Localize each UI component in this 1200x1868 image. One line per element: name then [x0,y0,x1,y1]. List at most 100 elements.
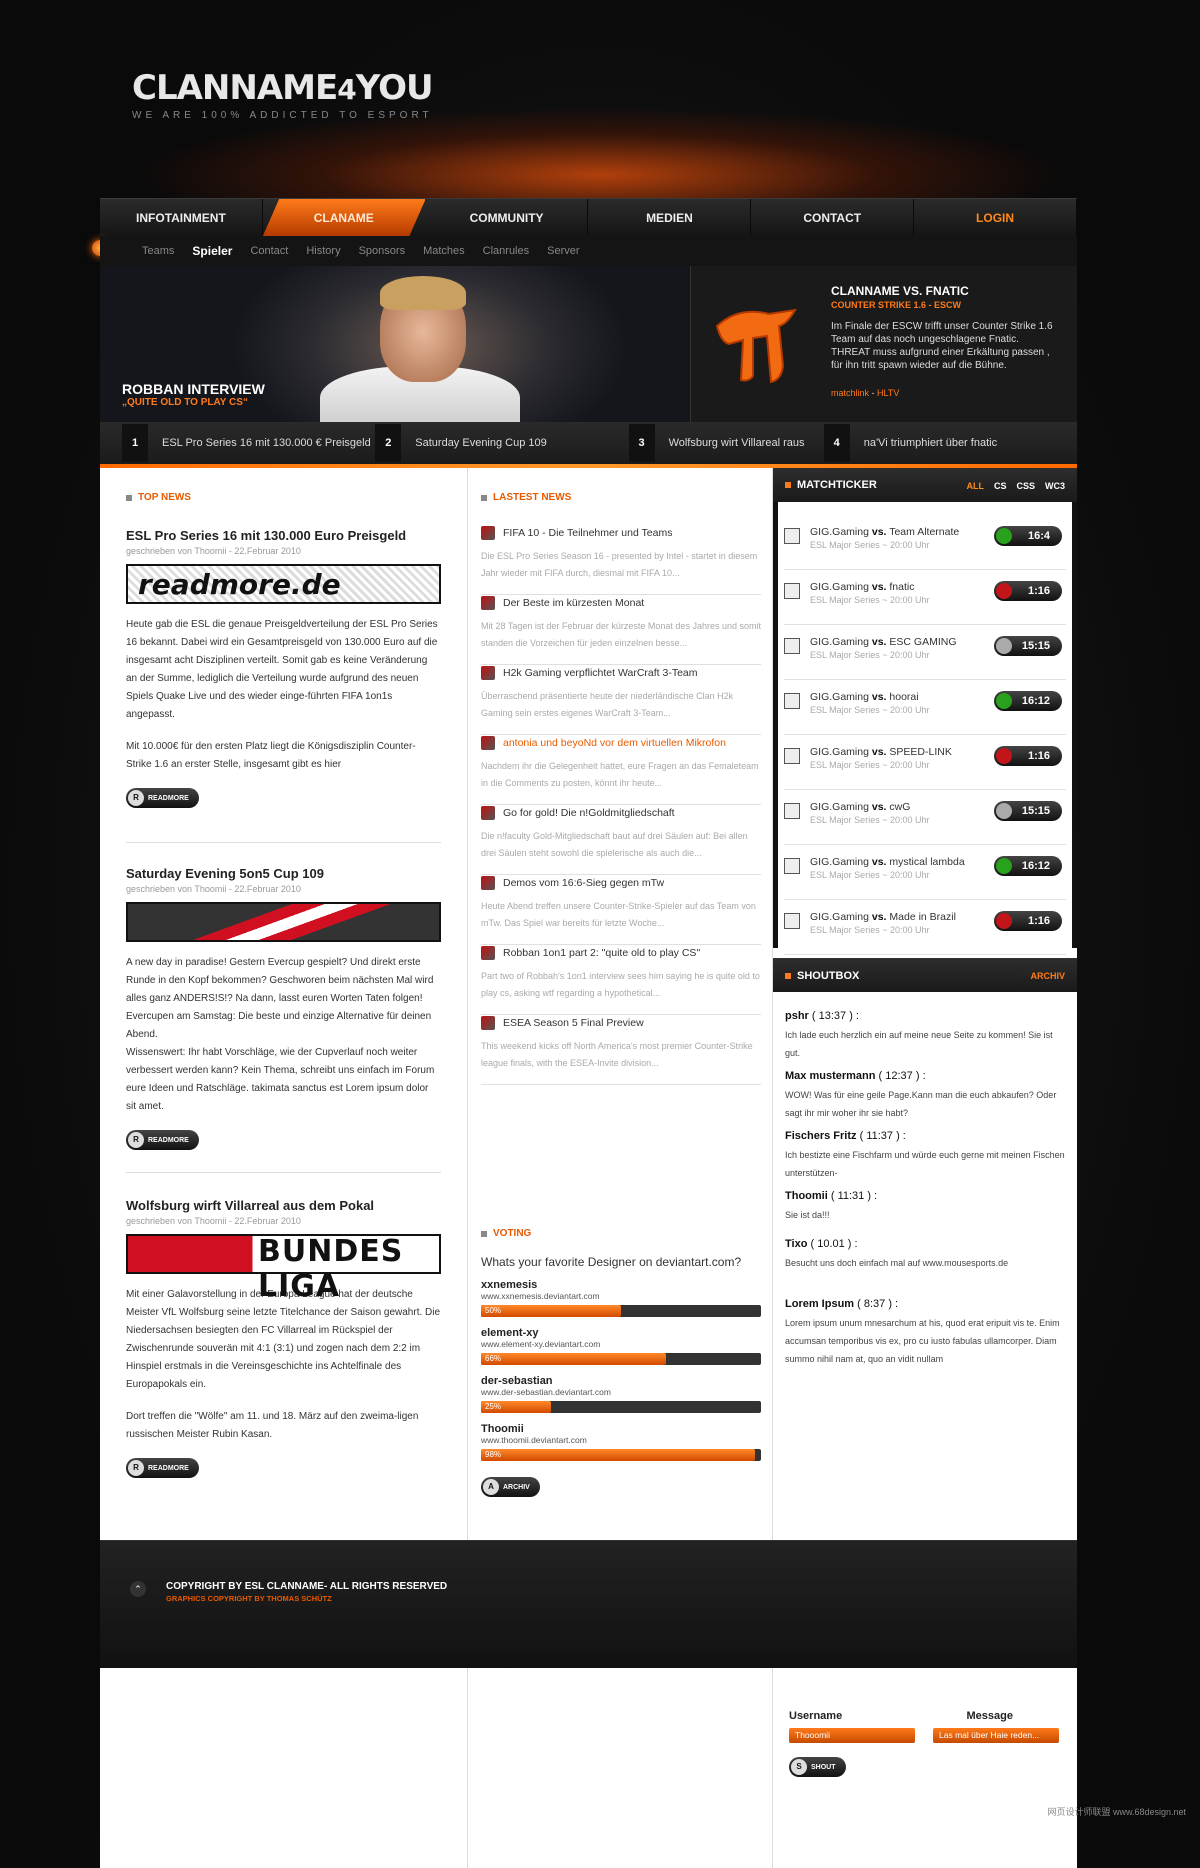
vote-option[interactable]: xxnemesis www.xxnemesis.deviantart.com 50% [481,1279,761,1317]
nav-contact[interactable]: CONTACT [751,199,915,236]
tab-wc3[interactable]: WC3 [1045,481,1065,491]
article-banner[interactable] [126,902,441,942]
match-row[interactable]: GIG.Gaming vs. fnatic ESL Major Series ~ … [784,573,1066,625]
nav-medien[interactable]: MEDIEN [588,199,752,236]
shout-user[interactable]: Tixo [785,1238,807,1250]
match-row[interactable]: GIG.Gaming vs. hoorai ESL Major Series ~ … [784,683,1066,735]
vote-option-url: www.thoomii.deviantart.com [481,1435,587,1445]
latest-news-title[interactable]: antonia und beyoNd vor dem virtuellen Mi… [503,737,726,749]
shoutbox-archiv-link[interactable]: ARCHIV [1030,971,1065,981]
readmore-button[interactable]: R READMORE [126,1130,199,1150]
archiv-button[interactable]: A ARCHIV [481,1477,540,1497]
hltv-link[interactable]: HLTV [877,388,899,398]
latest-news-item: Go for gold! Die n!Goldmitgliedschaft Die… [481,806,761,875]
hero-photo[interactable]: ROBBAN INTERVIEW „QUITE OLD TO PLAY CS“ [100,266,690,422]
article-title[interactable]: Wolfsburg wirft Villarreal aus dem Pokal [126,1198,441,1213]
article: ESL Pro Series 16 mit 130.000 Euro Preis… [126,528,441,808]
latest-news-title[interactable]: H2k Gaming verpflichtet WarCraft 3-Team [503,667,698,679]
article-banner[interactable]: BUNDES LIGA [126,1234,441,1304]
subnav-matches[interactable]: Matches [423,245,465,257]
shout-message: Thoomii ( 11:31 ) : Sie ist da!!! [785,1190,1065,1224]
shout-user[interactable]: pshr [785,1010,809,1022]
result-icon [996,858,1012,874]
tab-all[interactable]: ALL [966,481,984,491]
vote-option[interactable]: element-xy www.element-xy.deviantart.com 6… [481,1327,761,1365]
shout-form: Username Message Thooomii Las mal über Hai… [789,1710,1059,1777]
latest-news-title[interactable]: Demos vom 16:6-Sieg gegen mTw [503,877,664,889]
article-meta: geschrieben von Thoomii - 22.Februar 201… [126,884,301,894]
article-text: Mit 10.000€ für den ersten Platz liegt d… [126,741,416,770]
ticker-item[interactable]: 2 Saturday Evening Cup 109 [375,424,628,462]
latest-news-title[interactable]: Robban 1on1 part 2: "quite old to play C… [503,947,700,959]
site-logo[interactable]: CLANNAME4YOU WE ARE 100% ADDICTED TO ESP… [132,68,434,121]
voting-heading: VOTING [481,1228,761,1239]
subnav-clanrules[interactable]: Clanrules [483,245,529,257]
message-field[interactable]: Las mal über Haie reden... [933,1728,1059,1743]
match-row[interactable]: GIG.Gaming vs. SPEED-LINK ESL Major Serie… [784,738,1066,790]
article-title[interactable]: Saturday Evening 5on5 Cup 109 [126,866,441,881]
match-row[interactable]: GIG.Gaming vs. Made in Brazil ESL Major S… [784,903,1066,955]
shout-user[interactable]: Fischers Fritz [785,1130,857,1142]
scroll-top-icon[interactable]: ⌃ [130,1581,146,1597]
game-icon [784,803,800,819]
subnav-contact[interactable]: Contact [250,245,288,257]
latest-news-title[interactable]: Go for gold! Die n!Goldmitgliedschaft [503,807,675,819]
subnav-spieler[interactable]: Spieler [192,244,232,258]
nav-login[interactable]: LOGIN [914,199,1077,236]
article-banner[interactable]: readmore.de [126,564,441,604]
match-row[interactable]: GIG.Gaming vs. cwG ESL Major Series ~ 20:… [784,793,1066,845]
article-title[interactable]: ESL Pro Series 16 mit 130.000 Euro Preis… [126,528,441,543]
shout-user[interactable]: Lorem Ipsum [785,1298,854,1310]
username-field[interactable]: Thooomii [789,1728,915,1743]
readmore-button[interactable]: R READMORE [126,1458,199,1478]
result-icon [996,913,1012,929]
nav-claname[interactable]: CLANAME [262,199,426,236]
shout-user[interactable]: Max mustermann [785,1070,875,1082]
subnav-history[interactable]: History [306,245,340,257]
shout-message: Max mustermann ( 12:37 ) : WOW! Was für e… [785,1070,1065,1122]
result-icon [996,583,1012,599]
ticker-item[interactable]: 4 na'Vi triumphiert über fnatic [823,424,1077,462]
subnav-teams[interactable]: Teams [142,245,174,257]
shout-message: Tixo ( 10.01 ) : Besucht uns doch einfach… [785,1238,1065,1272]
match-teams: GIG.Gaming vs. Team Alternate [810,526,960,538]
match-row[interactable]: GIG.Gaming vs. Team Alternate ESL Major S… [784,518,1066,570]
readmore-button[interactable]: R READMORE [126,788,199,808]
game-icon [784,748,800,764]
match-score: 1:16 [994,911,1062,931]
ticker-item[interactable]: 1 ESL Pro Series 16 mit 130.000 € Preisge… [122,424,375,462]
nav-community[interactable]: COMMUNITY [426,199,589,236]
shout-user[interactable]: Thoomii [785,1190,828,1202]
shoutbox: SHOUTBOX ARCHIV pshr ( 13:37 ) : Ich lade… [773,958,1077,1868]
match-row[interactable]: GIG.Gaming vs. mystical lambda ESL Major … [784,848,1066,900]
shout-text: Besucht uns doch einfach mal auf www.mou… [785,1258,1009,1268]
latest-news-title[interactable]: FIFA 10 - Die Teilnehmer und Teams [503,527,672,539]
latest-news-excerpt: Nachdem ihr die Gelegenheit hattet, eure… [481,761,759,788]
subnav-sponsors[interactable]: Sponsors [359,245,405,257]
article-text: Dort treffen die "Wölfe" am 11. und 18. … [126,1411,419,1440]
matchlink[interactable]: matchlink [831,388,869,398]
result-icon [996,638,1012,654]
news-category-icon [481,736,495,750]
copyright: COPYRIGHT BY ESL CLANNAME- ALL RIGHTS RE… [166,1581,448,1592]
shout-message: pshr ( 13:37 ) : Ich lade euch herzlich e… [785,1010,1065,1062]
match-row[interactable]: GIG.Gaming vs. ESC GAMING ESL Major Serie… [784,628,1066,680]
vote-option[interactable]: der-sebastian www.der-sebastian.deviantar… [481,1375,761,1413]
hero: ROBBAN INTERVIEW „QUITE OLD TO PLAY CS“ … [100,266,1077,422]
subnav-server[interactable]: Server [547,245,579,257]
latest-news-heading: LASTEST NEWS [481,492,571,503]
ticker-item[interactable]: 3 Wolfsburg wirt Villareal raus [628,424,824,462]
latest-news-title[interactable]: Der Beste im kürzesten Monat [503,597,644,609]
tab-cs[interactable]: CS [994,481,1007,491]
article: Wolfsburg wirft Villarreal aus dem Pokal… [126,1198,441,1478]
shout-text: Ich bestizte eine Fischfarm und würde eu… [785,1150,1065,1178]
vote-option-name: Thoomii [481,1423,524,1435]
shout-button[interactable]: S SHOUT [789,1757,846,1777]
nav-infotainment[interactable]: INFOTAINMENT [100,199,263,236]
latest-news-title[interactable]: ESEA Season 5 Final Preview [503,1017,644,1029]
vote-option[interactable]: Thoomii www.thoomii.deviantart.com 98% [481,1423,761,1461]
tab-css[interactable]: CSS [1016,481,1035,491]
hero-title: ROBBAN INTERVIEW [122,381,265,397]
hero-side: CLANNAME VS. FNATIC COUNTER STRIKE 1.6 -… [690,266,1077,422]
result-icon [996,803,1012,819]
